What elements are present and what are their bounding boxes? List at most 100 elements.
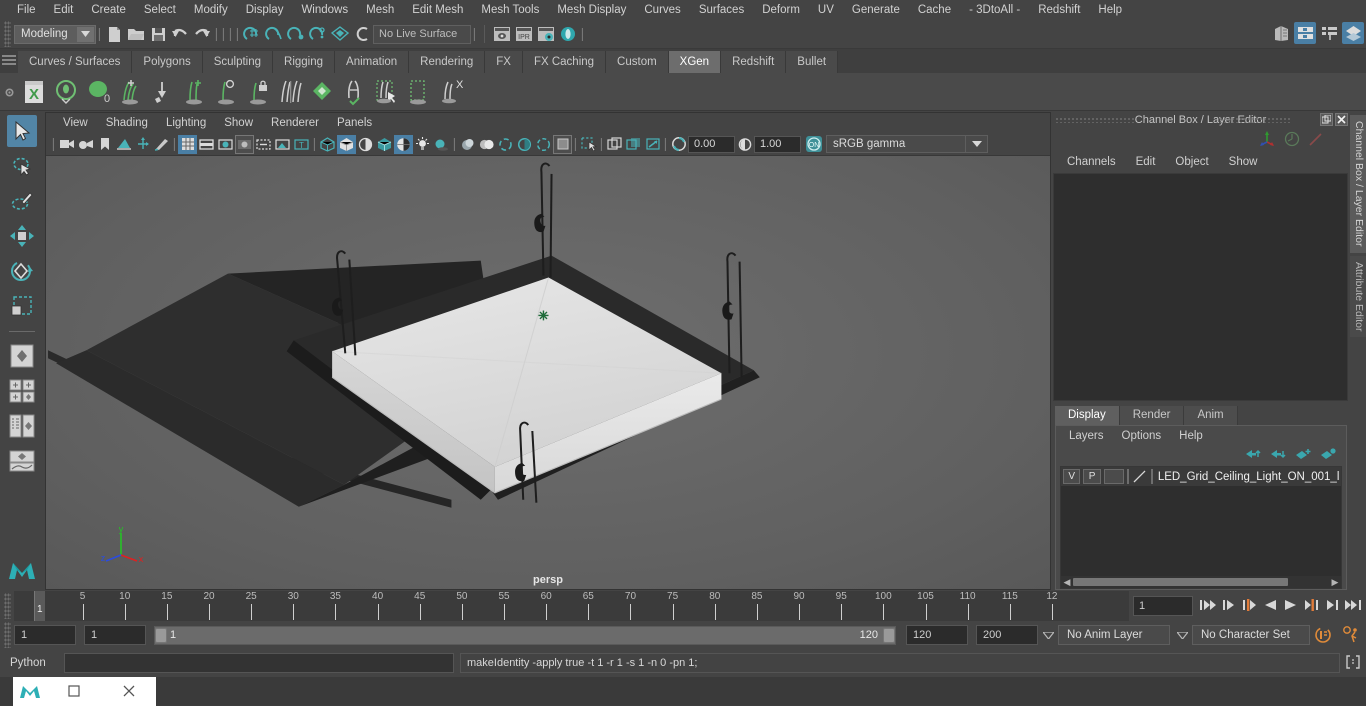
move-layer-down-icon[interactable] bbox=[1271, 448, 1286, 463]
gamma-reset-icon[interactable] bbox=[735, 135, 754, 154]
shelf-tab-sculpting[interactable]: Sculpting bbox=[202, 51, 274, 74]
snap-to-point-icon[interactable] bbox=[285, 23, 307, 45]
step-forward-key-icon[interactable] bbox=[1325, 598, 1339, 615]
menu-item-select[interactable]: Select bbox=[135, 0, 185, 20]
scroll-left-arrow-icon[interactable]: ◀ bbox=[1061, 577, 1073, 588]
xgen-region-select-icon[interactable] bbox=[370, 75, 402, 109]
viewport-menu-show[interactable]: Show bbox=[215, 113, 262, 133]
layer-tab-anim[interactable]: Anim bbox=[1184, 406, 1238, 426]
layer-editor-toggle-icon[interactable] bbox=[1342, 22, 1364, 44]
xgen-add-groom-icon[interactable] bbox=[114, 75, 146, 109]
vertical-tab-attribute-editor[interactable]: Attribute Editor bbox=[1350, 255, 1366, 338]
menu-item-mesh-tools[interactable]: Mesh Tools bbox=[472, 0, 548, 20]
bookmark-icon[interactable] bbox=[95, 135, 114, 154]
layer-tab-display[interactable]: Display bbox=[1055, 406, 1120, 426]
channel-menu-object[interactable]: Object bbox=[1165, 151, 1218, 173]
layer-playback-toggle[interactable]: P bbox=[1083, 469, 1101, 485]
gate-mask-icon[interactable] bbox=[235, 134, 254, 154]
shelf-menu-icon[interactable] bbox=[2, 53, 16, 67]
rotate-tool-button[interactable] bbox=[7, 255, 37, 287]
xgen-add-collection-icon[interactable] bbox=[178, 75, 210, 109]
move-tool-button[interactable] bbox=[7, 220, 37, 252]
color-profile-select[interactable]: sRGB gamma bbox=[826, 135, 966, 154]
viewport-menu-view[interactable]: View bbox=[54, 113, 97, 133]
xray-active-components-icon[interactable] bbox=[624, 135, 643, 154]
new-scene-icon[interactable] bbox=[103, 23, 125, 45]
lasso-tool-button[interactable] bbox=[7, 150, 37, 182]
panel-grip-right[interactable] bbox=[1219, 117, 1291, 124]
step-forward-frame-icon[interactable] bbox=[1304, 598, 1320, 615]
anti-alias-icon[interactable] bbox=[496, 135, 515, 154]
xgen-sphere-guide-icon[interactable] bbox=[210, 75, 242, 109]
exposure-display-icon[interactable] bbox=[273, 135, 292, 154]
menu-item-edit[interactable]: Edit bbox=[45, 0, 83, 20]
layer-list[interactable]: V P LED_Grid_Ceiling_Light_ON_001_laye ◀ bbox=[1060, 466, 1342, 590]
menu-item-redshift[interactable]: Redshift bbox=[1029, 0, 1089, 20]
exposure-reset-icon[interactable] bbox=[669, 135, 688, 154]
menu-item-mesh-display[interactable]: Mesh Display bbox=[548, 0, 635, 20]
command-input-field[interactable] bbox=[64, 652, 454, 673]
range-start-field[interactable]: 1 bbox=[84, 625, 146, 646]
layer-list-horizontal-scrollbar[interactable]: ◀ ▶ bbox=[1061, 576, 1341, 589]
channel-speed-icon[interactable] bbox=[1284, 131, 1300, 150]
viewport-menu-shading[interactable]: Shading bbox=[97, 113, 157, 133]
live-surface-field[interactable]: No Live Surface bbox=[373, 24, 471, 44]
step-back-key-icon[interactable] bbox=[1222, 598, 1236, 615]
shelf-tab-xgen[interactable]: XGen bbox=[668, 51, 722, 74]
move-layer-up-icon[interactable] bbox=[1246, 448, 1261, 463]
two-d-pan-zoom-icon[interactable] bbox=[133, 135, 152, 154]
range-slider-grip[interactable] bbox=[4, 622, 11, 649]
range-slider-track[interactable]: 1 120 bbox=[154, 625, 896, 645]
shelf-options-gear-icon[interactable] bbox=[0, 73, 18, 111]
menu-item-generate[interactable]: Generate bbox=[843, 0, 909, 20]
new-layer-icon[interactable] bbox=[1296, 448, 1311, 463]
menu-item-curves[interactable]: Curves bbox=[635, 0, 689, 20]
render-settings-icon[interactable] bbox=[535, 23, 557, 45]
scrollbar-thumb[interactable] bbox=[1073, 578, 1288, 587]
shelf-tab-animation[interactable]: Animation bbox=[335, 51, 410, 74]
isolate-select-icon[interactable] bbox=[553, 134, 572, 154]
shelf-tab-bullet[interactable]: Bullet bbox=[786, 51, 839, 74]
panel-grip-left[interactable] bbox=[1055, 117, 1135, 124]
shelf-tab-fx-caching[interactable]: FX Caching bbox=[522, 51, 607, 74]
shelf-tab-polygons[interactable]: Polygons bbox=[132, 51, 203, 74]
smooth-shade-icon[interactable] bbox=[337, 134, 356, 154]
color-management-toggle-icon[interactable]: ON bbox=[804, 135, 823, 154]
xgen-area-tool-icon[interactable] bbox=[402, 75, 434, 109]
range-end-field[interactable]: 120 bbox=[906, 625, 968, 646]
shade-wireframe-icon[interactable] bbox=[356, 135, 375, 154]
viewport-menu-panels[interactable]: Panels bbox=[328, 113, 381, 133]
xgen-description-icon[interactable] bbox=[50, 75, 82, 109]
channel-menu-edit[interactable]: Edit bbox=[1126, 151, 1166, 173]
current-frame-field[interactable]: 1 bbox=[1133, 596, 1193, 617]
text-display-icon[interactable]: T bbox=[292, 135, 311, 154]
toolbar-grip-handle[interactable] bbox=[4, 21, 11, 48]
xgen-density-icon[interactable] bbox=[306, 75, 338, 109]
snap-to-view-plane-icon[interactable] bbox=[329, 23, 351, 45]
menu-item-windows[interactable]: Windows bbox=[292, 0, 357, 20]
ambient-occlusion-icon[interactable] bbox=[477, 135, 496, 154]
range-right-handle[interactable] bbox=[883, 627, 895, 643]
viewport-menu-renderer[interactable]: Renderer bbox=[262, 113, 328, 133]
menu-item-surfaces[interactable]: Surfaces bbox=[690, 0, 753, 20]
selection-highlight-icon[interactable] bbox=[579, 135, 598, 154]
maya-app-icon[interactable] bbox=[13, 677, 47, 706]
shelf-tab-rendering[interactable]: Rendering bbox=[409, 51, 486, 74]
go-to-end-icon[interactable] bbox=[1344, 598, 1362, 615]
xgen-delete-icon[interactable]: X bbox=[434, 75, 466, 109]
layout-single-perspective-button[interactable] bbox=[7, 340, 37, 372]
shelf-tab-curves-surfaces[interactable]: Curves / Surfaces bbox=[18, 51, 133, 74]
layout-persp-graph-button[interactable] bbox=[7, 445, 37, 477]
play-forwards-icon[interactable] bbox=[1283, 598, 1299, 615]
save-scene-icon[interactable] bbox=[147, 23, 169, 45]
auto-key-icon[interactable] bbox=[1310, 625, 1336, 645]
channel-menu-channels[interactable]: Channels bbox=[1057, 151, 1126, 173]
shadows-toggle-icon[interactable] bbox=[432, 135, 451, 154]
scale-tool-button[interactable] bbox=[7, 290, 37, 322]
menu-item-3dtoall[interactable]: - 3DtoAll - bbox=[960, 0, 1029, 20]
menu-item-deform[interactable]: Deform bbox=[753, 0, 809, 20]
redo-icon[interactable] bbox=[191, 23, 213, 45]
layer-color-swatch[interactable] bbox=[1132, 469, 1148, 484]
gamma-field[interactable]: 1.00 bbox=[754, 135, 801, 153]
layer-row[interactable]: V P LED_Grid_Ceiling_Light_ON_001_laye bbox=[1061, 467, 1341, 487]
